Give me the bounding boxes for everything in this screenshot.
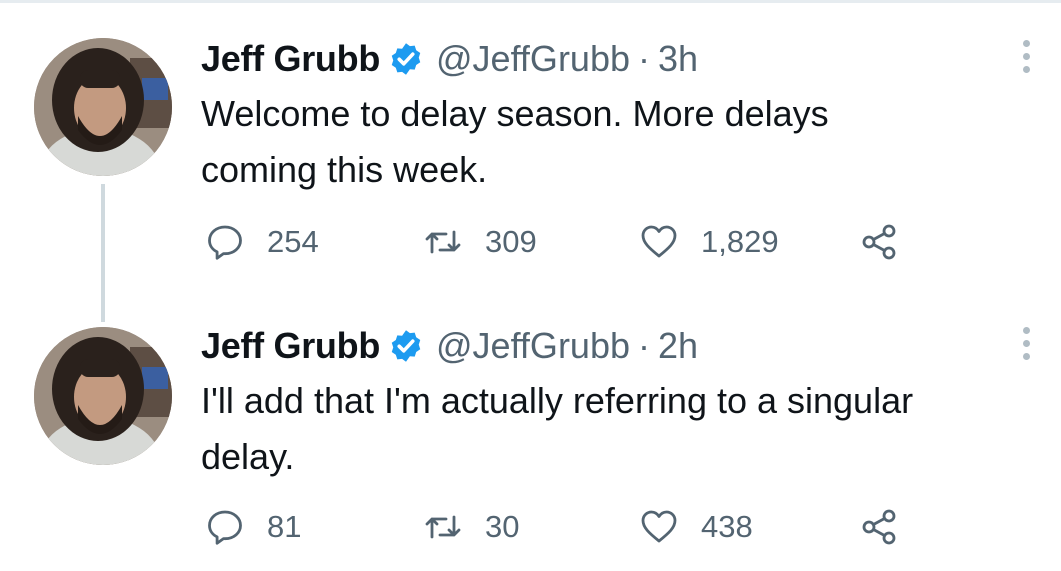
like-button[interactable]: 1,829 <box>639 220 779 264</box>
tweet-header: Jeff Grubb @JeffGrubb · 2h <box>201 321 698 371</box>
like-button[interactable]: 438 <box>639 505 753 549</box>
user-handle[interactable]: @JeffGrubb <box>436 38 630 80</box>
tweet-1[interactable]: Jeff Grubb @JeffGrubb · 3h Welcome to de… <box>0 34 1061 274</box>
dot-icon <box>1022 340 1030 347</box>
more-options-button[interactable] <box>1018 40 1034 80</box>
retweet-button[interactable]: 30 <box>423 505 519 549</box>
tweet-text: Welcome to delay season. More delays com… <box>201 93 829 190</box>
retweet-count: 309 <box>485 224 537 259</box>
share-button[interactable] <box>859 505 899 549</box>
retweet-count: 30 <box>485 509 520 544</box>
dot-icon <box>1022 53 1030 60</box>
share-icon <box>862 224 896 260</box>
reply-count: 254 <box>267 224 319 259</box>
like-count: 1,829 <box>701 224 779 259</box>
dot-icon <box>1022 40 1030 47</box>
retweet-arrows-icon <box>425 515 461 539</box>
display-name[interactable]: Jeff Grubb <box>201 38 380 80</box>
tweet-text: I'll add that I'm actually referring to … <box>201 380 914 477</box>
retweet-arrows-icon <box>425 230 461 254</box>
like-count: 438 <box>701 509 753 544</box>
more-options-button[interactable] <box>1018 327 1034 367</box>
display-name[interactable]: Jeff Grubb <box>201 325 380 367</box>
reply-button[interactable]: 254 <box>205 220 319 264</box>
timestamp[interactable]: 3h <box>658 38 698 80</box>
speech-bubble-icon <box>208 510 242 545</box>
avatar[interactable] <box>34 327 172 465</box>
share-icon <box>862 509 896 545</box>
tweet-actions: 81 30 438 <box>205 505 925 549</box>
timestamp[interactable]: 2h <box>658 325 698 367</box>
avatar-image <box>34 327 172 465</box>
tweet-2[interactable]: Jeff Grubb @JeffGrubb · 2h I'll add that… <box>0 321 1061 561</box>
dot-icon <box>1022 66 1030 73</box>
dot-icon <box>1022 353 1030 360</box>
reply-count: 81 <box>267 509 302 544</box>
tweet-actions: 254 309 1,829 <box>205 220 925 264</box>
heart-icon <box>641 225 677 258</box>
tweet-header: Jeff Grubb @JeffGrubb · 3h <box>201 34 698 84</box>
verified-badge-icon <box>391 43 421 75</box>
separator-dot: · <box>638 325 650 366</box>
avatar[interactable] <box>34 38 172 176</box>
top-divider <box>0 0 1061 3</box>
dot-icon <box>1022 327 1030 334</box>
heart-icon <box>641 510 677 543</box>
verified-badge-icon <box>391 330 421 362</box>
avatar-image <box>34 38 172 176</box>
user-handle[interactable]: @JeffGrubb <box>436 325 630 367</box>
separator-dot: · <box>638 38 650 79</box>
speech-bubble-icon <box>208 225 242 260</box>
share-button[interactable] <box>859 220 899 264</box>
retweet-button[interactable]: 309 <box>423 220 537 264</box>
reply-button[interactable]: 81 <box>205 505 301 549</box>
